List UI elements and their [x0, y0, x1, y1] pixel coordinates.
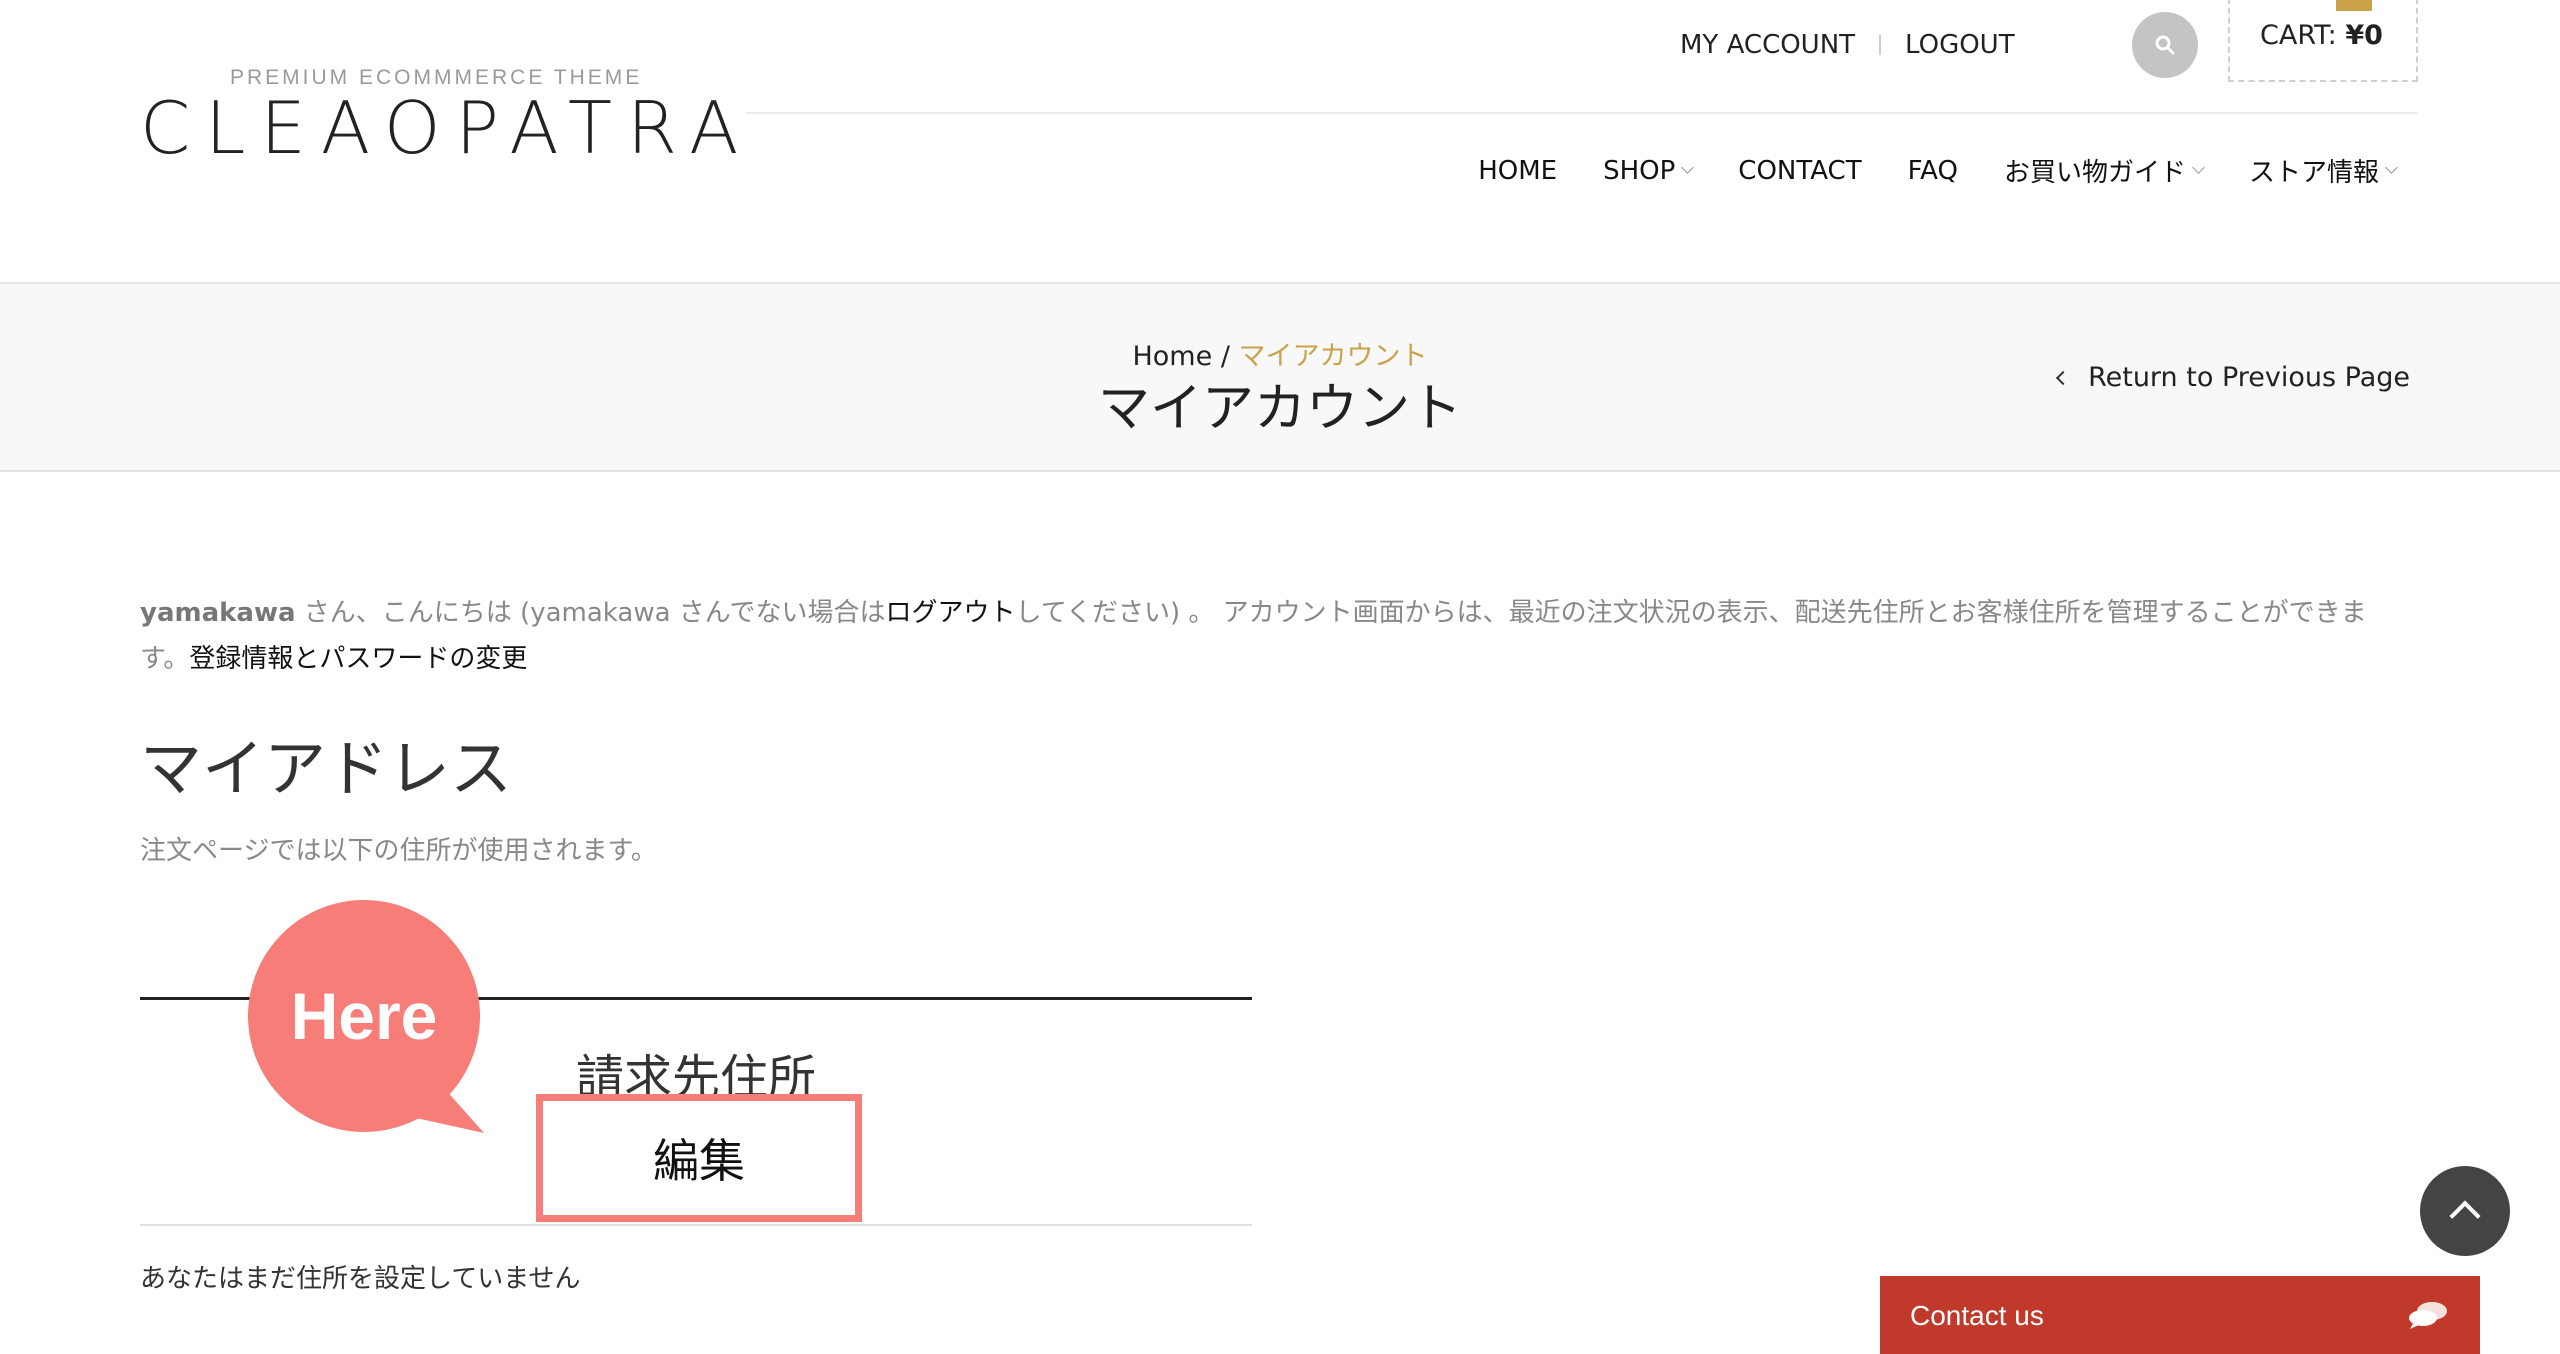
nav-item-store[interactable]: ストア情報 — [2248, 152, 2398, 189]
cart-label: CART: — [2260, 20, 2337, 51]
chevron-up-icon — [2449, 1200, 2481, 1232]
divider — [1879, 35, 1882, 55]
logo-name: CLEAOPATRA — [140, 86, 754, 170]
nav-label: お買い物ガイド — [2003, 158, 2186, 188]
chat-bubbles-icon — [2409, 1302, 2447, 1329]
nav-item-faq[interactable]: FAQ — [1908, 156, 1958, 186]
nav-item-home[interactable]: HOME — [1478, 156, 1557, 186]
nav-label: SHOP — [1603, 155, 1676, 186]
chevron-down-icon — [2192, 161, 2205, 174]
nav-item-contact[interactable]: CONTACT — [1738, 156, 1861, 186]
my-account-link[interactable]: MY ACCOUNT — [1680, 30, 1855, 60]
search-button[interactable] — [2132, 12, 2198, 78]
edit-account-link[interactable]: 登録情報とパスワードの変更 — [189, 644, 527, 674]
divider — [140, 1224, 1252, 1226]
logout-link[interactable]: LOGOUT — [1905, 30, 2015, 60]
main-nav: HOME SHOP CONTACT FAQ お買い物ガイド ストア情報 — [1432, 152, 2398, 189]
search-icon — [2155, 35, 2175, 55]
chevron-left-icon — [2056, 370, 2071, 385]
nav-label: ストア情報 — [2248, 158, 2379, 188]
site-header: PREMIUM ECOMMMERCE THEME CLEAOPATRA MY A… — [0, 0, 2560, 284]
empty-address-message: あなたはまだ住所を設定していません — [140, 1264, 581, 1294]
cart-button[interactable]: CART: ¥0 — [2228, 0, 2418, 82]
nav-label: CONTACT — [1738, 155, 1862, 186]
page-title-band: Home / マイアカウント マイアカウント Return to Previou… — [0, 284, 2560, 472]
cart-amount: ¥0 — [2345, 20, 2383, 51]
addresses-description: 注文ページでは以下の住所が使用されます。 — [140, 836, 657, 866]
addresses-heading: マイアドレス — [140, 732, 513, 805]
here-label: Here — [248, 900, 480, 1132]
nav-item-shop[interactable]: SHOP — [1603, 155, 1695, 186]
nav-label: FAQ — [1907, 155, 1958, 186]
chevron-down-icon — [2385, 161, 2398, 174]
here-annotation: Here — [248, 900, 484, 1133]
intro-text: yamakawa さん、こんにちは (yamakawa さんでない場合はログアウ… — [140, 590, 2410, 682]
logo[interactable]: PREMIUM ECOMMMERCE THEME CLEAOPATRA — [140, 66, 738, 170]
username: yamakawa — [140, 598, 296, 628]
divider — [745, 112, 2417, 114]
return-link[interactable]: Return to Previous Page — [2056, 362, 2410, 393]
chevron-down-icon — [1681, 161, 1695, 174]
edit-address-button[interactable]: 編集 — [536, 1094, 862, 1222]
return-label: Return to Previous Page — [2088, 362, 2410, 393]
contact-us-widget[interactable]: Contact us — [1880, 1276, 2480, 1354]
contact-us-label: Contact us — [1910, 1300, 2044, 1331]
edit-label: 編集 — [653, 1134, 745, 1188]
intro-part: さん、こんにちは (yamakawa さんでない場合は — [295, 598, 886, 628]
top-links: MY ACCOUNT LOGOUT — [1680, 30, 2015, 60]
account-content: yamakawa さん、こんにちは (yamakawa さんでない場合はログアウ… — [140, 590, 2410, 866]
nav-label: HOME — [1478, 155, 1558, 186]
scroll-to-top-button[interactable] — [2420, 1166, 2510, 1256]
cart-icon — [2336, 0, 2372, 14]
nav-item-guide[interactable]: お買い物ガイド — [2003, 152, 2205, 189]
logout-inline-link[interactable]: ログアウト — [885, 598, 1015, 628]
